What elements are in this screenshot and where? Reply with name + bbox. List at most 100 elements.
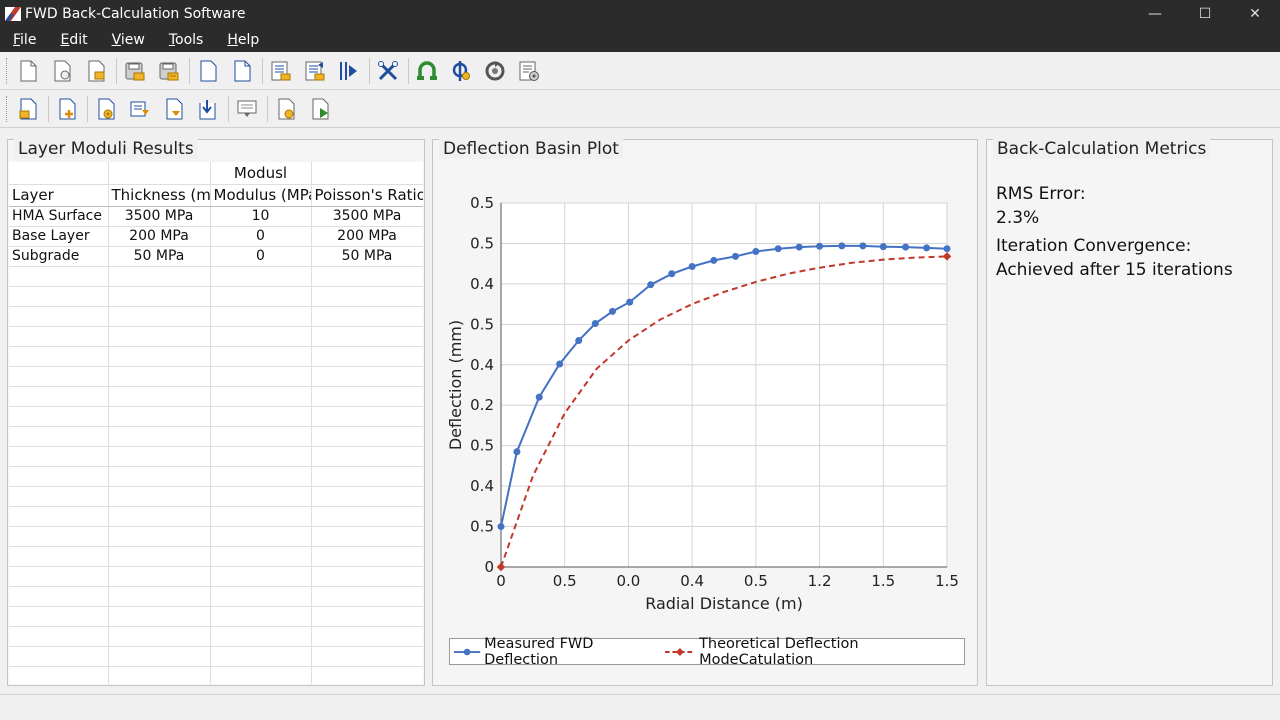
empty-table-row[interactable] <box>9 546 423 567</box>
folder-document-icon[interactable] <box>13 94 43 124</box>
table-cell[interactable] <box>210 666 312 684</box>
table-cell[interactable] <box>9 466 109 487</box>
table-cell[interactable] <box>311 266 423 287</box>
table-cell[interactable] <box>210 306 312 327</box>
table-cell[interactable] <box>108 466 211 487</box>
empty-table-row[interactable] <box>9 666 423 684</box>
empty-table-row[interactable] <box>9 306 423 327</box>
menu-help[interactable]: Help <box>220 32 266 48</box>
close-button[interactable]: ✕ <box>1230 0 1280 28</box>
table-cell[interactable] <box>108 386 211 407</box>
table-cell[interactable]: 200 MPa <box>311 226 423 247</box>
column-header[interactable]: Modulus (MPa) <box>210 184 312 207</box>
table-cell[interactable] <box>210 566 312 587</box>
table-cell[interactable] <box>311 326 423 347</box>
table-cell[interactable] <box>311 466 423 487</box>
empty-table-row[interactable] <box>9 466 423 487</box>
table-cell[interactable] <box>311 446 423 467</box>
maximize-button[interactable]: ☐ <box>1180 0 1230 28</box>
table-cell[interactable] <box>311 606 423 627</box>
table-cell[interactable] <box>9 326 109 347</box>
empty-table-row[interactable] <box>9 386 423 407</box>
table-cell[interactable] <box>210 286 312 307</box>
table-cell[interactable] <box>108 426 211 447</box>
table-cell[interactable] <box>108 666 211 684</box>
table-cell[interactable]: 0 <box>210 246 312 267</box>
table-cell[interactable] <box>311 386 423 407</box>
table-cell[interactable] <box>9 566 109 587</box>
table-cell[interactable] <box>210 406 312 427</box>
table-cell[interactable] <box>311 546 423 567</box>
import-data-icon[interactable] <box>266 56 296 86</box>
table-cell[interactable] <box>311 526 423 547</box>
column-header[interactable]: Layer <box>9 184 109 207</box>
table-cell[interactable] <box>311 666 423 684</box>
table-cell[interactable]: 50 MPa <box>311 246 423 267</box>
menu-file[interactable]: File <box>6 32 43 48</box>
table-cell[interactable] <box>210 266 312 287</box>
table-cell[interactable] <box>311 626 423 647</box>
table-cell[interactable] <box>108 346 211 367</box>
table-cell[interactable] <box>108 526 211 547</box>
column-header[interactable]: Thickness (mm) <box>108 184 211 207</box>
table-cell[interactable] <box>210 606 312 627</box>
table-cell[interactable] <box>9 446 109 467</box>
comment-icon[interactable] <box>232 94 262 124</box>
open-document-icon[interactable] <box>47 56 77 86</box>
table-cell[interactable] <box>9 506 109 527</box>
table-cell[interactable] <box>9 266 109 287</box>
recalculate-icon[interactable] <box>480 56 510 86</box>
table-cell[interactable] <box>9 366 109 387</box>
minimize-button[interactable]: — <box>1130 0 1180 28</box>
table-cell[interactable]: 10 <box>210 206 312 227</box>
empty-table-row[interactable] <box>9 586 423 607</box>
empty-table-row[interactable] <box>9 406 423 427</box>
table-cell[interactable] <box>210 326 312 347</box>
table-cell[interactable] <box>210 626 312 647</box>
table-cell[interactable] <box>9 486 109 507</box>
table-cell[interactable] <box>311 366 423 387</box>
new-document-icon[interactable] <box>13 56 43 86</box>
table-cell[interactable] <box>108 446 211 467</box>
table-cell[interactable]: HMA Surface <box>9 206 109 227</box>
table-cell[interactable] <box>108 586 211 607</box>
empty-table-row[interactable] <box>9 566 423 587</box>
table-cell[interactable]: 3500 MPa <box>108 206 211 227</box>
table-cell[interactable] <box>108 506 211 527</box>
table-row[interactable]: HMA Surface 3500 MPa 10 3500 MPa <box>9 206 423 227</box>
layer-moduli-table[interactable]: Modusl Layer Thickness (mm) Modulus (MPa… <box>9 162 423 684</box>
table-cell[interactable] <box>108 286 211 307</box>
toolbar-grip[interactable] <box>6 95 9 122</box>
table-cell[interactable]: 3500 MPa <box>311 206 423 227</box>
save-icon[interactable] <box>120 56 150 86</box>
import-arrow-icon[interactable] <box>125 94 155 124</box>
add-document-icon[interactable] <box>52 94 82 124</box>
blank-page-icon[interactable] <box>193 56 223 86</box>
empty-table-row[interactable] <box>9 506 423 527</box>
document-play-icon[interactable] <box>305 94 335 124</box>
save-all-icon[interactable] <box>154 56 184 86</box>
table-cell[interactable]: Base Layer <box>9 226 109 247</box>
tools-icon[interactable] <box>373 56 403 86</box>
table-cell[interactable] <box>108 646 211 667</box>
table-cell[interactable] <box>108 266 211 287</box>
table-cell[interactable] <box>108 606 211 627</box>
table-cell[interactable] <box>108 546 211 567</box>
table-cell[interactable]: 50 MPa <box>108 246 211 267</box>
menu-edit[interactable]: Edit <box>53 32 94 48</box>
table-cell[interactable] <box>9 606 109 627</box>
table-cell[interactable] <box>108 326 211 347</box>
table-cell[interactable] <box>9 386 109 407</box>
table-cell[interactable] <box>210 506 312 527</box>
export-data-icon[interactable] <box>300 56 330 86</box>
table-cell[interactable] <box>108 306 211 327</box>
table-cell[interactable]: 200 MPa <box>108 226 211 247</box>
empty-table-row[interactable] <box>9 326 423 347</box>
table-row[interactable]: Subgrade 50 MPa 0 50 MPa <box>9 246 423 267</box>
table-cell[interactable] <box>9 646 109 667</box>
table-cell[interactable] <box>108 406 211 427</box>
table-cell[interactable] <box>9 306 109 327</box>
table-cell[interactable] <box>210 646 312 667</box>
table-cell[interactable] <box>311 426 423 447</box>
empty-table-row[interactable] <box>9 646 423 667</box>
